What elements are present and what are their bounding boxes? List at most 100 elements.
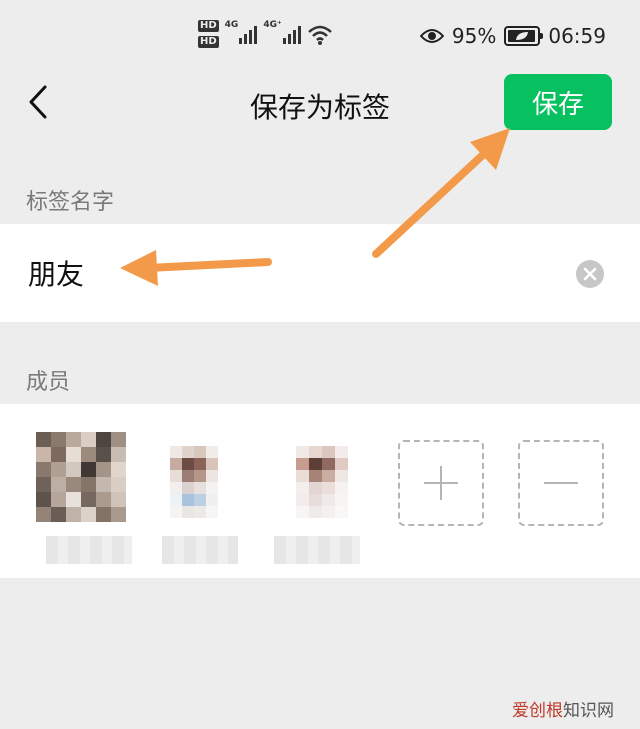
clear-circle-icon xyxy=(583,267,597,281)
avatar-pixel xyxy=(322,458,335,470)
blurred-avatar xyxy=(170,446,218,518)
tag-name-row xyxy=(0,224,640,322)
avatar-pixel xyxy=(194,482,206,494)
avatar-pixel xyxy=(51,447,66,462)
avatar-pixel xyxy=(182,458,194,470)
avatar-pixel xyxy=(66,507,81,522)
avatar-pixel xyxy=(66,432,81,447)
avatar-pixel xyxy=(111,432,126,447)
avatar-pixel xyxy=(170,458,182,470)
member-name-blurred xyxy=(162,536,238,564)
avatar-pixel xyxy=(36,477,51,492)
clear-button[interactable] xyxy=(576,260,604,288)
avatar-pixel xyxy=(36,462,51,477)
avatar-pixel xyxy=(194,446,206,458)
hd-badges: HD HD xyxy=(198,20,219,48)
avatar-pixel xyxy=(182,494,194,506)
leaf-icon xyxy=(516,32,529,40)
avatar-pixel xyxy=(111,447,126,462)
signal-1: 4G xyxy=(225,20,258,44)
plus-icon xyxy=(424,466,458,500)
avatar-pixel xyxy=(51,507,66,522)
battery-icon xyxy=(504,26,544,46)
avatar-pixel xyxy=(335,494,348,506)
avatar-pixel xyxy=(309,482,322,494)
add-member-button[interactable] xyxy=(398,440,484,526)
wifi-icon xyxy=(307,25,332,45)
avatar-pixel xyxy=(296,506,309,518)
avatar-pixel xyxy=(111,477,126,492)
avatar-pixel xyxy=(66,462,81,477)
avatar-pixel xyxy=(36,432,51,447)
avatar-pixel xyxy=(182,470,194,482)
clock: 06:59 xyxy=(548,24,606,48)
avatar-pixel xyxy=(296,458,309,470)
avatar-pixel xyxy=(81,432,96,447)
avatar-pixel xyxy=(206,494,218,506)
avatar-pixel xyxy=(206,506,218,518)
members-panel xyxy=(0,404,640,578)
avatar-pixel xyxy=(170,482,182,494)
avatar-pixel xyxy=(182,446,194,458)
avatar-pixel xyxy=(194,470,206,482)
blurred-avatar xyxy=(36,432,126,522)
avatar-pixel xyxy=(309,458,322,470)
avatar-pixel xyxy=(309,506,322,518)
avatar-pixel xyxy=(51,432,66,447)
avatar-pixel xyxy=(66,492,81,507)
avatar-pixel xyxy=(170,470,182,482)
avatar-pixel xyxy=(96,477,111,492)
avatar-pixel xyxy=(96,492,111,507)
avatar-pixel xyxy=(322,470,335,482)
save-button[interactable]: 保存 xyxy=(504,74,612,130)
avatar-pixel xyxy=(81,477,96,492)
avatar-pixel xyxy=(170,446,182,458)
member-name-blurred xyxy=(46,536,132,564)
avatar-pixel xyxy=(51,492,66,507)
avatar-pixel xyxy=(111,507,126,522)
minus-icon xyxy=(544,482,578,484)
avatar-pixel xyxy=(96,462,111,477)
hd-badge-2: HD xyxy=(198,36,219,48)
avatar-pixel xyxy=(36,507,51,522)
avatar-pixel xyxy=(322,446,335,458)
status-left: HD HD 4G 4G⁺ xyxy=(198,20,333,48)
nav-bar: 保存为标签 保存 xyxy=(0,72,640,138)
avatar-pixel xyxy=(296,494,309,506)
watermark: 爱创根知识网 xyxy=(512,696,614,721)
avatar-pixel xyxy=(206,470,218,482)
watermark-brand: 爱创根 xyxy=(512,701,563,721)
avatar-pixel xyxy=(206,446,218,458)
avatar-pixel xyxy=(51,477,66,492)
eye-icon xyxy=(419,29,444,43)
hd-badge-1: HD xyxy=(198,20,219,32)
network-type-2: 4G⁺ xyxy=(263,20,282,30)
avatar-pixel xyxy=(335,506,348,518)
avatar-pixel xyxy=(335,446,348,458)
avatar-pixel xyxy=(309,494,322,506)
avatar-pixel xyxy=(296,446,309,458)
avatar-pixel xyxy=(81,507,96,522)
remove-member-button[interactable] xyxy=(518,440,604,526)
avatar-pixel xyxy=(296,470,309,482)
avatar-pixel xyxy=(182,482,194,494)
avatar-pixel xyxy=(206,458,218,470)
avatar-pixel xyxy=(296,482,309,494)
tag-name-section-label: 标签名字 xyxy=(26,190,115,215)
network-type-1: 4G xyxy=(224,20,239,30)
status-right: 95% 06:59 xyxy=(419,24,606,48)
avatar-pixel xyxy=(194,458,206,470)
signal-2: 4G⁺ xyxy=(263,20,301,44)
avatar-pixel xyxy=(309,470,322,482)
avatar-pixel xyxy=(36,492,51,507)
avatar-pixel xyxy=(322,494,335,506)
avatar-pixel xyxy=(170,494,182,506)
avatar-pixel xyxy=(96,447,111,462)
watermark-suffix: 知识网 xyxy=(563,701,614,721)
avatar-pixel xyxy=(194,494,206,506)
tag-name-input[interactable] xyxy=(28,252,548,294)
avatar-pixel xyxy=(170,506,182,518)
avatar-pixel xyxy=(309,446,322,458)
battery-percent: 95% xyxy=(451,24,497,48)
avatar-pixel xyxy=(66,447,81,462)
